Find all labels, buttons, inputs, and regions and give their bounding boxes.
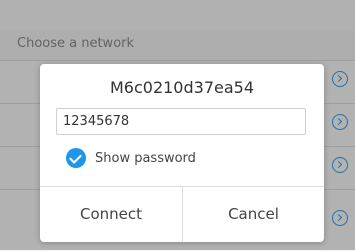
show-password-label: Show password [95, 150, 196, 166]
dialog-title: M6c0210d37ea54 [109, 78, 255, 97]
cancel-button[interactable]: Cancel [183, 187, 324, 242]
checkbox-checked-icon[interactable] [66, 148, 86, 168]
password-input[interactable] [56, 108, 306, 135]
show-password-toggle[interactable]: Show password [66, 148, 196, 168]
connect-button[interactable]: Connect [40, 187, 182, 242]
wifi-password-dialog: M6c0210d37ea54 Show password Connect Can… [40, 64, 324, 242]
